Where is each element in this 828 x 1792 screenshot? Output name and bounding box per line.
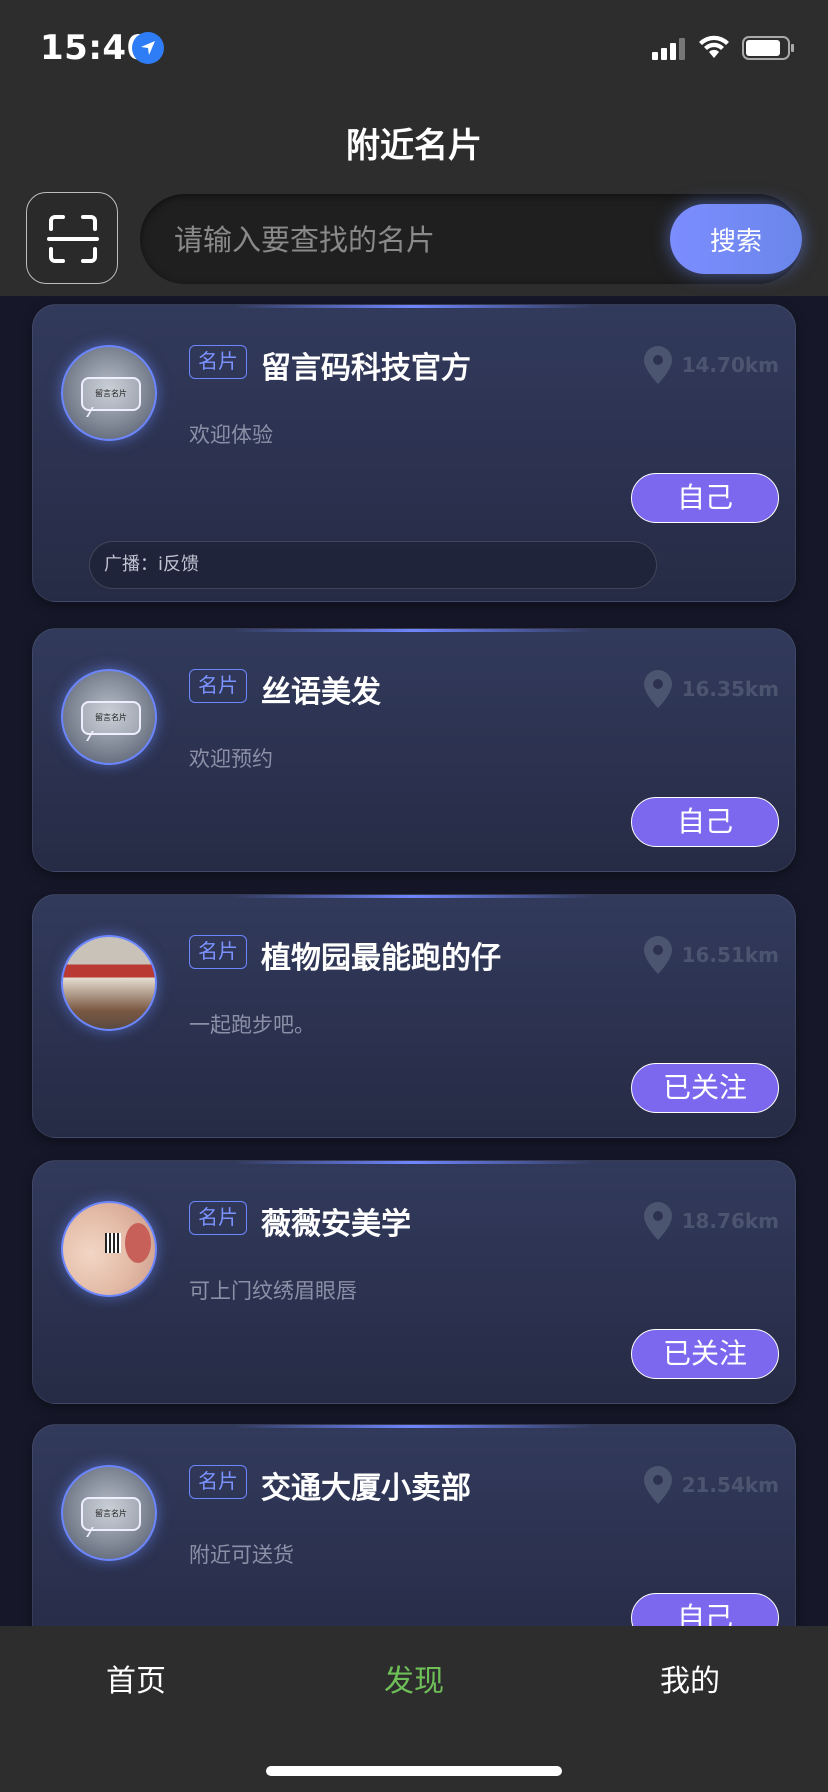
wifi-icon <box>699 35 729 58</box>
card-tag: 名片 <box>189 935 247 969</box>
avatar[interactable]: 留言名片 <box>61 1465 157 1561</box>
card-name: 薇薇安美学 <box>261 1207 411 1242</box>
search-box: 搜索 <box>140 194 802 286</box>
location-arrow-icon <box>132 32 164 64</box>
location-pin-icon <box>643 346 672 384</box>
list-item[interactable]: 留言名片 名片 留言码科技官方 14.70km 欢迎体验 自己 广播：i反馈 <box>32 304 796 602</box>
card-distance: 14.70km <box>681 353 779 377</box>
list-item[interactable]: 名片 薇薇安美学 18.76km 可上门纹绣眉眼唇 已关注 <box>32 1160 796 1404</box>
card-distance: 18.76km <box>681 1209 779 1233</box>
tab-bar: 首页 发现 我的 <box>0 1626 828 1792</box>
list-item[interactable]: 留言名片 名片 交通大厦小卖部 21.54km 附近可送货 自己 <box>32 1424 796 1626</box>
tab-mine[interactable]: 我的 <box>590 1656 790 1700</box>
card-action-button[interactable]: 自己 <box>631 473 779 523</box>
card-name: 植物园最能跑的仔 <box>261 941 501 976</box>
card-description: 附近可送货 <box>189 1543 294 1567</box>
card-name: 交通大厦小卖部 <box>261 1471 471 1506</box>
card-tag: 名片 <box>189 345 247 379</box>
tab-discover[interactable]: 发现 <box>314 1656 514 1700</box>
location-pin-icon <box>643 936 672 974</box>
card-description: 欢迎预约 <box>189 747 273 771</box>
card-distance: 16.51km <box>681 943 779 967</box>
card-list[interactable]: 留言名片 名片 留言码科技官方 14.70km 欢迎体验 自己 广播：i反馈 留… <box>0 296 828 1626</box>
tab-home[interactable]: 首页 <box>36 1656 236 1700</box>
avatar[interactable] <box>61 935 157 1031</box>
card-name: 留言码科技官方 <box>261 351 471 386</box>
scan-icon <box>47 215 99 263</box>
card-description: 可上门纹绣眉眼唇 <box>189 1279 357 1303</box>
card-name: 丝语美发 <box>261 675 381 710</box>
signal-icon <box>652 38 685 60</box>
search-button[interactable]: 搜索 <box>670 204 802 274</box>
list-item[interactable]: 留言名片 名片 丝语美发 16.35km 欢迎预约 自己 <box>32 628 796 872</box>
avatar[interactable]: 留言名片 <box>61 345 157 441</box>
card-action-button[interactable]: 自己 <box>631 1593 779 1626</box>
location-pin-icon <box>643 670 672 708</box>
search-input[interactable] <box>172 194 616 286</box>
avatar[interactable] <box>61 1201 157 1297</box>
location-pin-icon <box>643 1202 672 1240</box>
card-description: 欢迎体验 <box>189 423 273 447</box>
battery-icon <box>742 36 794 60</box>
card-distance: 21.54km <box>681 1473 779 1497</box>
status-bar: 15:40 <box>0 0 828 96</box>
list-item[interactable]: 名片 植物园最能跑的仔 16.51km 一起跑步吧。 已关注 <box>32 894 796 1138</box>
avatar[interactable]: 留言名片 <box>61 669 157 765</box>
card-tag: 名片 <box>189 669 247 703</box>
location-pin-icon <box>643 1466 672 1504</box>
home-indicator[interactable] <box>266 1766 562 1776</box>
card-action-button[interactable]: 已关注 <box>631 1063 779 1113</box>
scan-button[interactable] <box>26 192 118 284</box>
card-description: 一起跑步吧。 <box>189 1013 315 1037</box>
card-tag: 名片 <box>189 1465 247 1499</box>
card-action-button[interactable]: 已关注 <box>631 1329 779 1379</box>
card-distance: 16.35km <box>681 677 779 701</box>
card-broadcast[interactable]: 广播：i反馈 <box>89 541 657 589</box>
card-tag: 名片 <box>189 1201 247 1235</box>
page-title: 附近名片 <box>346 126 482 166</box>
card-action-button[interactable]: 自己 <box>631 797 779 847</box>
